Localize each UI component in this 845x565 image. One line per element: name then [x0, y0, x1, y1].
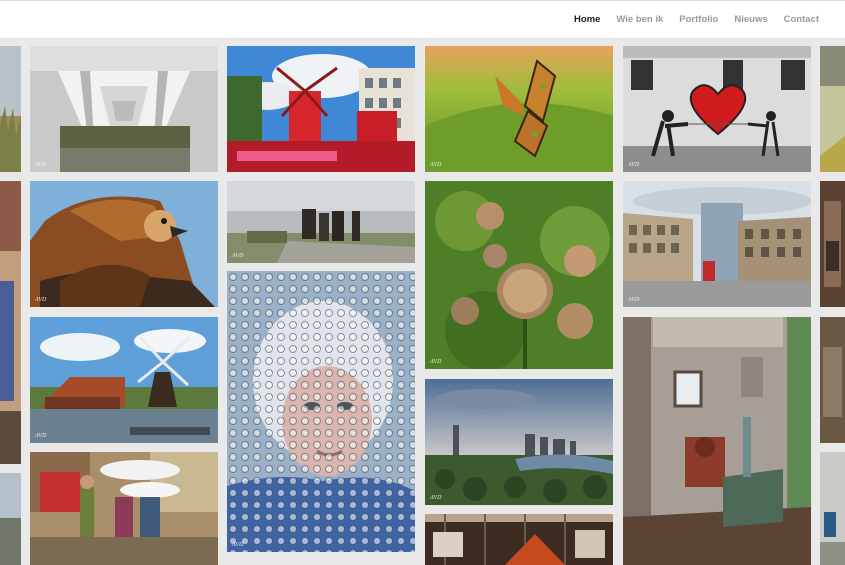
photo-gallery: AVD AVD AVD AVD AVD AVD AVD AVD AVD AVD [0, 38, 845, 565]
photo-street-painters[interactable] [30, 452, 218, 565]
photo-city-skyline[interactable]: AVD [425, 379, 613, 505]
photo-portrait-partial[interactable] [0, 181, 21, 464]
nav-home[interactable]: Home [574, 14, 600, 25]
photo-dunes-partial[interactable] [0, 46, 21, 172]
photo-moulin-rouge[interactable] [227, 46, 415, 172]
photo-graffiti-heart[interactable]: AVD [623, 46, 811, 172]
photo-paris-square[interactable]: AVD [623, 181, 811, 307]
photo-abandoned-factory[interactable] [623, 317, 811, 565]
site-header: Home Wie ben ik Portfolio Nieuws Contact [0, 0, 845, 38]
photo-butterfly[interactable]: AVD [425, 46, 613, 172]
nav-wie-ben-ik[interactable]: Wie ben ik [616, 14, 663, 25]
photo-right-partial-4[interactable] [820, 452, 845, 565]
photo-canal-partial[interactable] [0, 473, 21, 565]
nav-portfolio[interactable]: Portfolio [679, 14, 718, 25]
photo-eagle[interactable]: AVD [30, 181, 218, 307]
photo-concrete-tunnel[interactable]: AVD [30, 46, 218, 172]
main-nav: Home Wie ben ik Portfolio Nieuws Contact [574, 14, 819, 25]
photo-right-partial-1[interactable] [820, 46, 845, 172]
photo-windmill[interactable]: AVD [30, 317, 218, 443]
photo-right-partial-3[interactable] [820, 317, 845, 443]
nav-contact[interactable]: Contact [784, 14, 819, 25]
photo-right-partial-2[interactable] [820, 181, 845, 307]
photo-burdock-plant[interactable]: AVD [425, 181, 613, 369]
photo-industrial-hall[interactable] [425, 514, 613, 565]
photo-horse-carriage[interactable]: AVD [227, 181, 415, 263]
nav-nieuws[interactable]: Nieuws [734, 14, 767, 25]
photo-water-drops-portrait[interactable]: AVD [227, 271, 415, 552]
